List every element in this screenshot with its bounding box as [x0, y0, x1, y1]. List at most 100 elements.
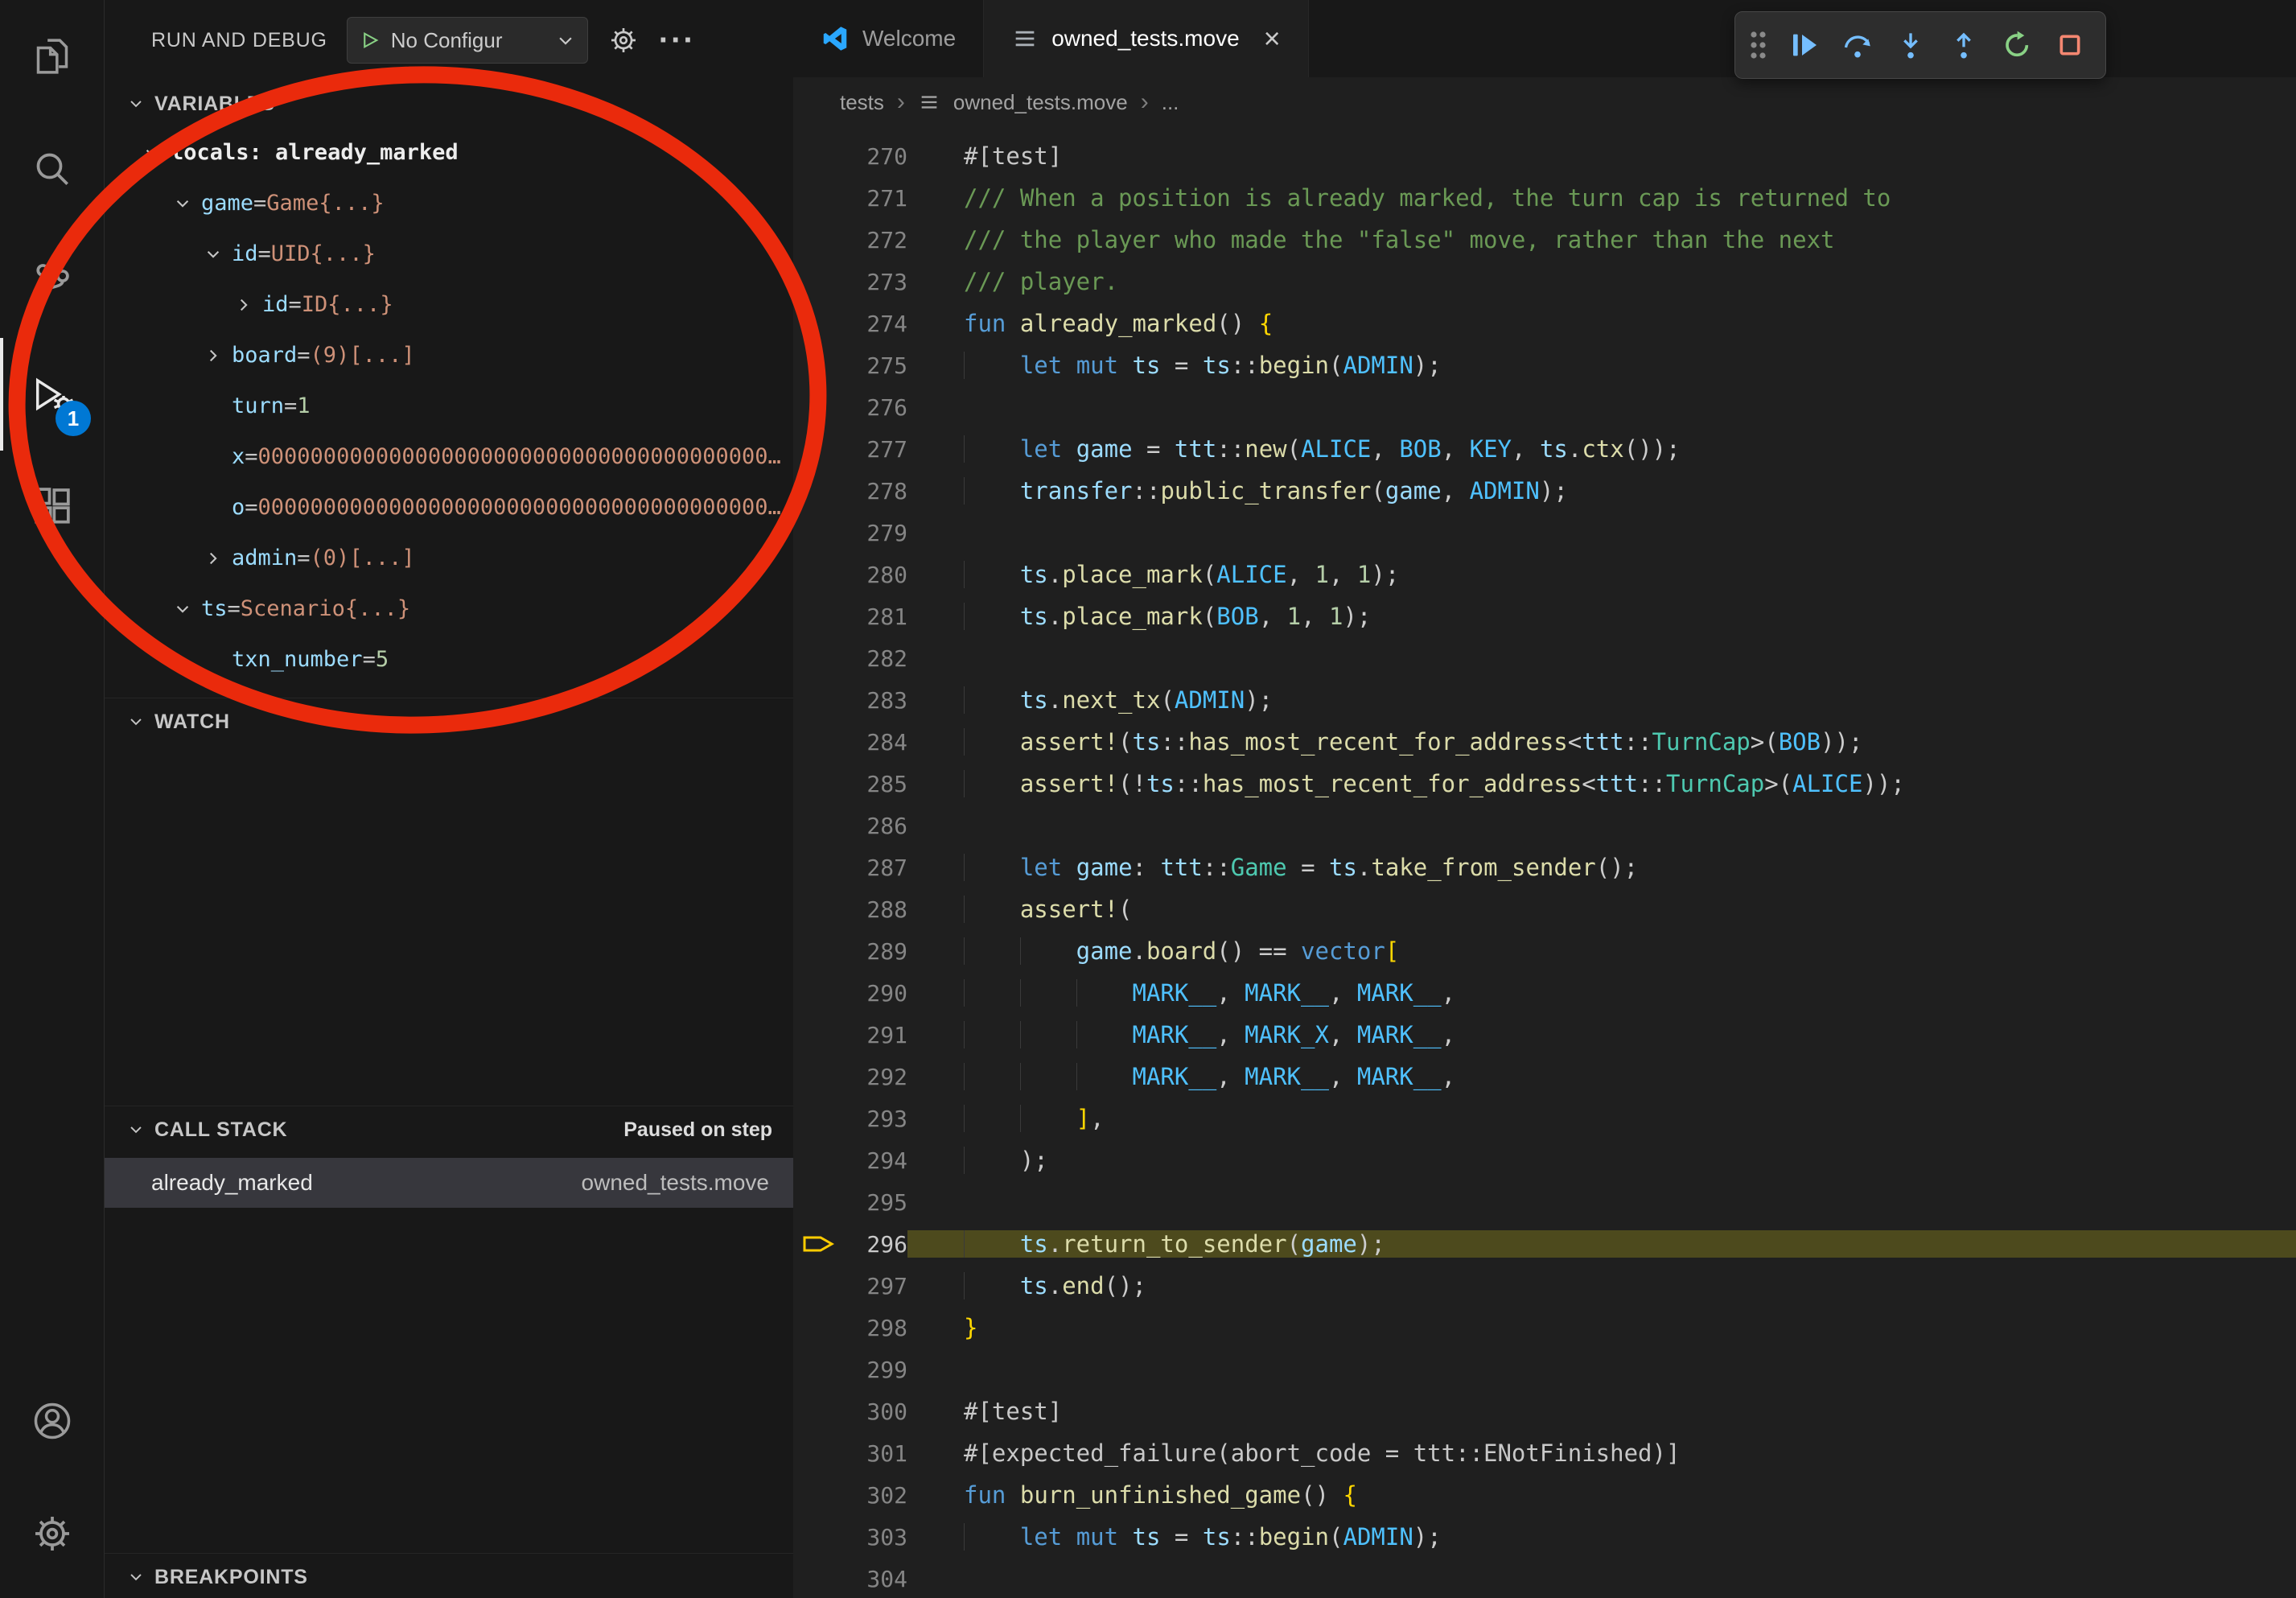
- code-text[interactable]: #[expected_failure(abort_code = ttt::ENo…: [907, 1439, 2296, 1467]
- code-line[interactable]: 280 ts.place_mark(ALICE, 1, 1);: [793, 554, 2296, 595]
- step-out-button[interactable]: [1940, 21, 1988, 69]
- code-text[interactable]: let game: ttt::Game = ts.take_from_sende…: [907, 854, 2296, 881]
- code-line[interactable]: 292 MARK__, MARK__, MARK__,: [793, 1056, 2296, 1098]
- code-text[interactable]: );: [907, 1147, 2296, 1174]
- chevron-down-icon[interactable]: [164, 598, 201, 620]
- continue-button[interactable]: [1780, 21, 1829, 69]
- code-text[interactable]: ts.end();: [907, 1272, 2296, 1299]
- code-text[interactable]: ts.place_mark(ALICE, 1, 1);: [907, 561, 2296, 588]
- variable-row[interactable]: o = 000000000000000000000000000000000000…: [105, 482, 793, 533]
- code-text[interactable]: ts.return_to_sender(game);: [907, 1230, 2296, 1258]
- code-line[interactable]: 285 assert!(!ts::has_most_recent_for_add…: [793, 763, 2296, 805]
- chevron-down-icon[interactable]: [164, 192, 201, 215]
- code-line[interactable]: 299: [793, 1349, 2296, 1390]
- code-line[interactable]: 290 MARK__, MARK__, MARK__,: [793, 972, 2296, 1014]
- breadcrumb-item[interactable]: owned_tests.move: [953, 90, 1128, 115]
- code-line[interactable]: 278 transfer::public_transfer(game, ADMI…: [793, 470, 2296, 512]
- code-line[interactable]: 277 let game = ttt::new(ALICE, BOB, KEY,…: [793, 428, 2296, 470]
- code-line[interactable]: 270#[test]: [793, 135, 2296, 177]
- variable-row[interactable]: txn_number = 5: [105, 634, 793, 685]
- code-text[interactable]: /// player.: [907, 268, 2296, 295]
- source-control-icon[interactable]: [0, 225, 104, 338]
- code-line[interactable]: 273/// player.: [793, 261, 2296, 303]
- run-and-debug-icon[interactable]: 1: [0, 338, 104, 451]
- code-line[interactable]: 304: [793, 1558, 2296, 1598]
- code-line[interactable]: 271/// When a position is already marked…: [793, 177, 2296, 219]
- code-line[interactable]: 295: [793, 1181, 2296, 1223]
- start-debug-play-icon[interactable]: [360, 31, 380, 50]
- variable-row[interactable]: turn = 1: [105, 381, 793, 431]
- step-into-button[interactable]: [1887, 21, 1935, 69]
- tab-owned-tests-move[interactable]: owned_tests.move ×: [984, 0, 1309, 77]
- code-text[interactable]: ts.place_mark(BOB, 1, 1);: [907, 603, 2296, 630]
- code-line[interactable]: 281 ts.place_mark(BOB, 1, 1);: [793, 595, 2296, 637]
- stop-button[interactable]: [2046, 21, 2094, 69]
- code-text[interactable]: #[test]: [907, 142, 2296, 170]
- code-line[interactable]: 274fun already_marked() {: [793, 303, 2296, 344]
- code-line[interactable]: 300#[test]: [793, 1390, 2296, 1432]
- code-line[interactable]: 279: [793, 512, 2296, 554]
- tab-close-icon[interactable]: ×: [1264, 24, 1281, 53]
- watch-section-header[interactable]: WATCH: [105, 698, 793, 745]
- explorer-icon[interactable]: [0, 0, 104, 113]
- code-text[interactable]: MARK__, MARK__, MARK__,: [907, 979, 2296, 1007]
- code-line[interactable]: 288 assert!(: [793, 888, 2296, 930]
- code-line[interactable]: 301#[expected_failure(abort_code = ttt::…: [793, 1432, 2296, 1474]
- chevron-down-icon[interactable]: [134, 142, 171, 164]
- toolbar-drag-handle-icon[interactable]: [1747, 27, 1769, 63]
- chevron-right-icon[interactable]: [195, 344, 232, 367]
- chevron-right-icon[interactable]: [195, 547, 232, 570]
- code-text[interactable]: let mut ts = ts::begin(ADMIN);: [907, 352, 2296, 379]
- code-line[interactable]: 289 game.board() == vector[: [793, 930, 2296, 972]
- code-text[interactable]: assert!(: [907, 896, 2296, 923]
- code-text[interactable]: fun already_marked() {: [907, 310, 2296, 337]
- code-line[interactable]: 297 ts.end();: [793, 1265, 2296, 1307]
- call-stack-section-header[interactable]: CALL STACK Paused on step: [105, 1106, 793, 1153]
- code-line[interactable]: 302fun burn_unfinished_game() {: [793, 1474, 2296, 1516]
- code-line-current[interactable]: 296 ts.return_to_sender(game);: [793, 1223, 2296, 1265]
- code-text[interactable]: let mut ts = ts::begin(ADMIN);: [907, 1523, 2296, 1551]
- restart-button[interactable]: [1993, 21, 2041, 69]
- code-text[interactable]: MARK__, MARK_X, MARK__,: [907, 1021, 2296, 1048]
- code-line[interactable]: 284 assert!(ts::has_most_recent_for_addr…: [793, 721, 2296, 763]
- more-actions-icon[interactable]: ···: [659, 32, 696, 48]
- variables-section-header[interactable]: VARIABLES: [105, 80, 793, 127]
- code-line[interactable]: 287 let game: ttt::Game = ts.take_from_s…: [793, 846, 2296, 888]
- variable-row[interactable]: game = Game{...}: [105, 178, 793, 229]
- variable-row[interactable]: id = UID{...}: [105, 229, 793, 279]
- debug-settings-gear-icon[interactable]: [607, 24, 640, 56]
- code-text[interactable]: #[test]: [907, 1398, 2296, 1425]
- code-line[interactable]: 294 );: [793, 1139, 2296, 1181]
- code-text[interactable]: /// the player who made the "false" move…: [907, 226, 2296, 253]
- code-line[interactable]: 298}: [793, 1307, 2296, 1349]
- accounts-icon[interactable]: [0, 1365, 104, 1477]
- chevron-down-icon[interactable]: [195, 243, 232, 266]
- breakpoints-section-header[interactable]: BREAKPOINTS: [105, 1554, 793, 1598]
- variable-row[interactable]: id = ID{...}: [105, 279, 793, 330]
- code-line[interactable]: 282: [793, 637, 2296, 679]
- variable-row[interactable]: admin = (0)[...]: [105, 533, 793, 583]
- code-line[interactable]: 286: [793, 805, 2296, 846]
- search-icon[interactable]: [0, 113, 104, 225]
- launch-config-dropdown[interactable]: No Configur: [347, 17, 588, 64]
- call-stack-frame[interactable]: already_markedowned_tests.move: [105, 1158, 793, 1208]
- chevron-right-icon[interactable]: [225, 294, 262, 316]
- current-frame-indicator-icon[interactable]: [793, 1231, 843, 1257]
- code-text[interactable]: }: [907, 1314, 2296, 1341]
- code-line[interactable]: 275 let mut ts = ts::begin(ADMIN);: [793, 344, 2296, 386]
- code-line[interactable]: 283 ts.next_tx(ADMIN);: [793, 679, 2296, 721]
- variable-row[interactable]: board = (9)[...]: [105, 330, 793, 381]
- variable-row[interactable]: ts = Scenario{...}: [105, 583, 793, 634]
- code-line[interactable]: 276: [793, 386, 2296, 428]
- code-text[interactable]: ts.next_tx(ADMIN);: [907, 686, 2296, 714]
- tab-welcome[interactable]: Welcome: [793, 0, 984, 77]
- code-text[interactable]: fun burn_unfinished_game() {: [907, 1481, 2296, 1509]
- variable-row[interactable]: x = 000000000000000000000000000000000000…: [105, 431, 793, 482]
- code-text[interactable]: transfer::public_transfer(game, ADMIN);: [907, 477, 2296, 505]
- code-text[interactable]: assert!(!ts::has_most_recent_for_address…: [907, 770, 2296, 797]
- step-over-button[interactable]: [1833, 21, 1882, 69]
- code-text[interactable]: assert!(ts::has_most_recent_for_address<…: [907, 728, 2296, 756]
- breadcrumb-item[interactable]: tests: [840, 90, 884, 115]
- code-text[interactable]: game.board() == vector[: [907, 937, 2296, 965]
- code-text[interactable]: ],: [907, 1105, 2296, 1132]
